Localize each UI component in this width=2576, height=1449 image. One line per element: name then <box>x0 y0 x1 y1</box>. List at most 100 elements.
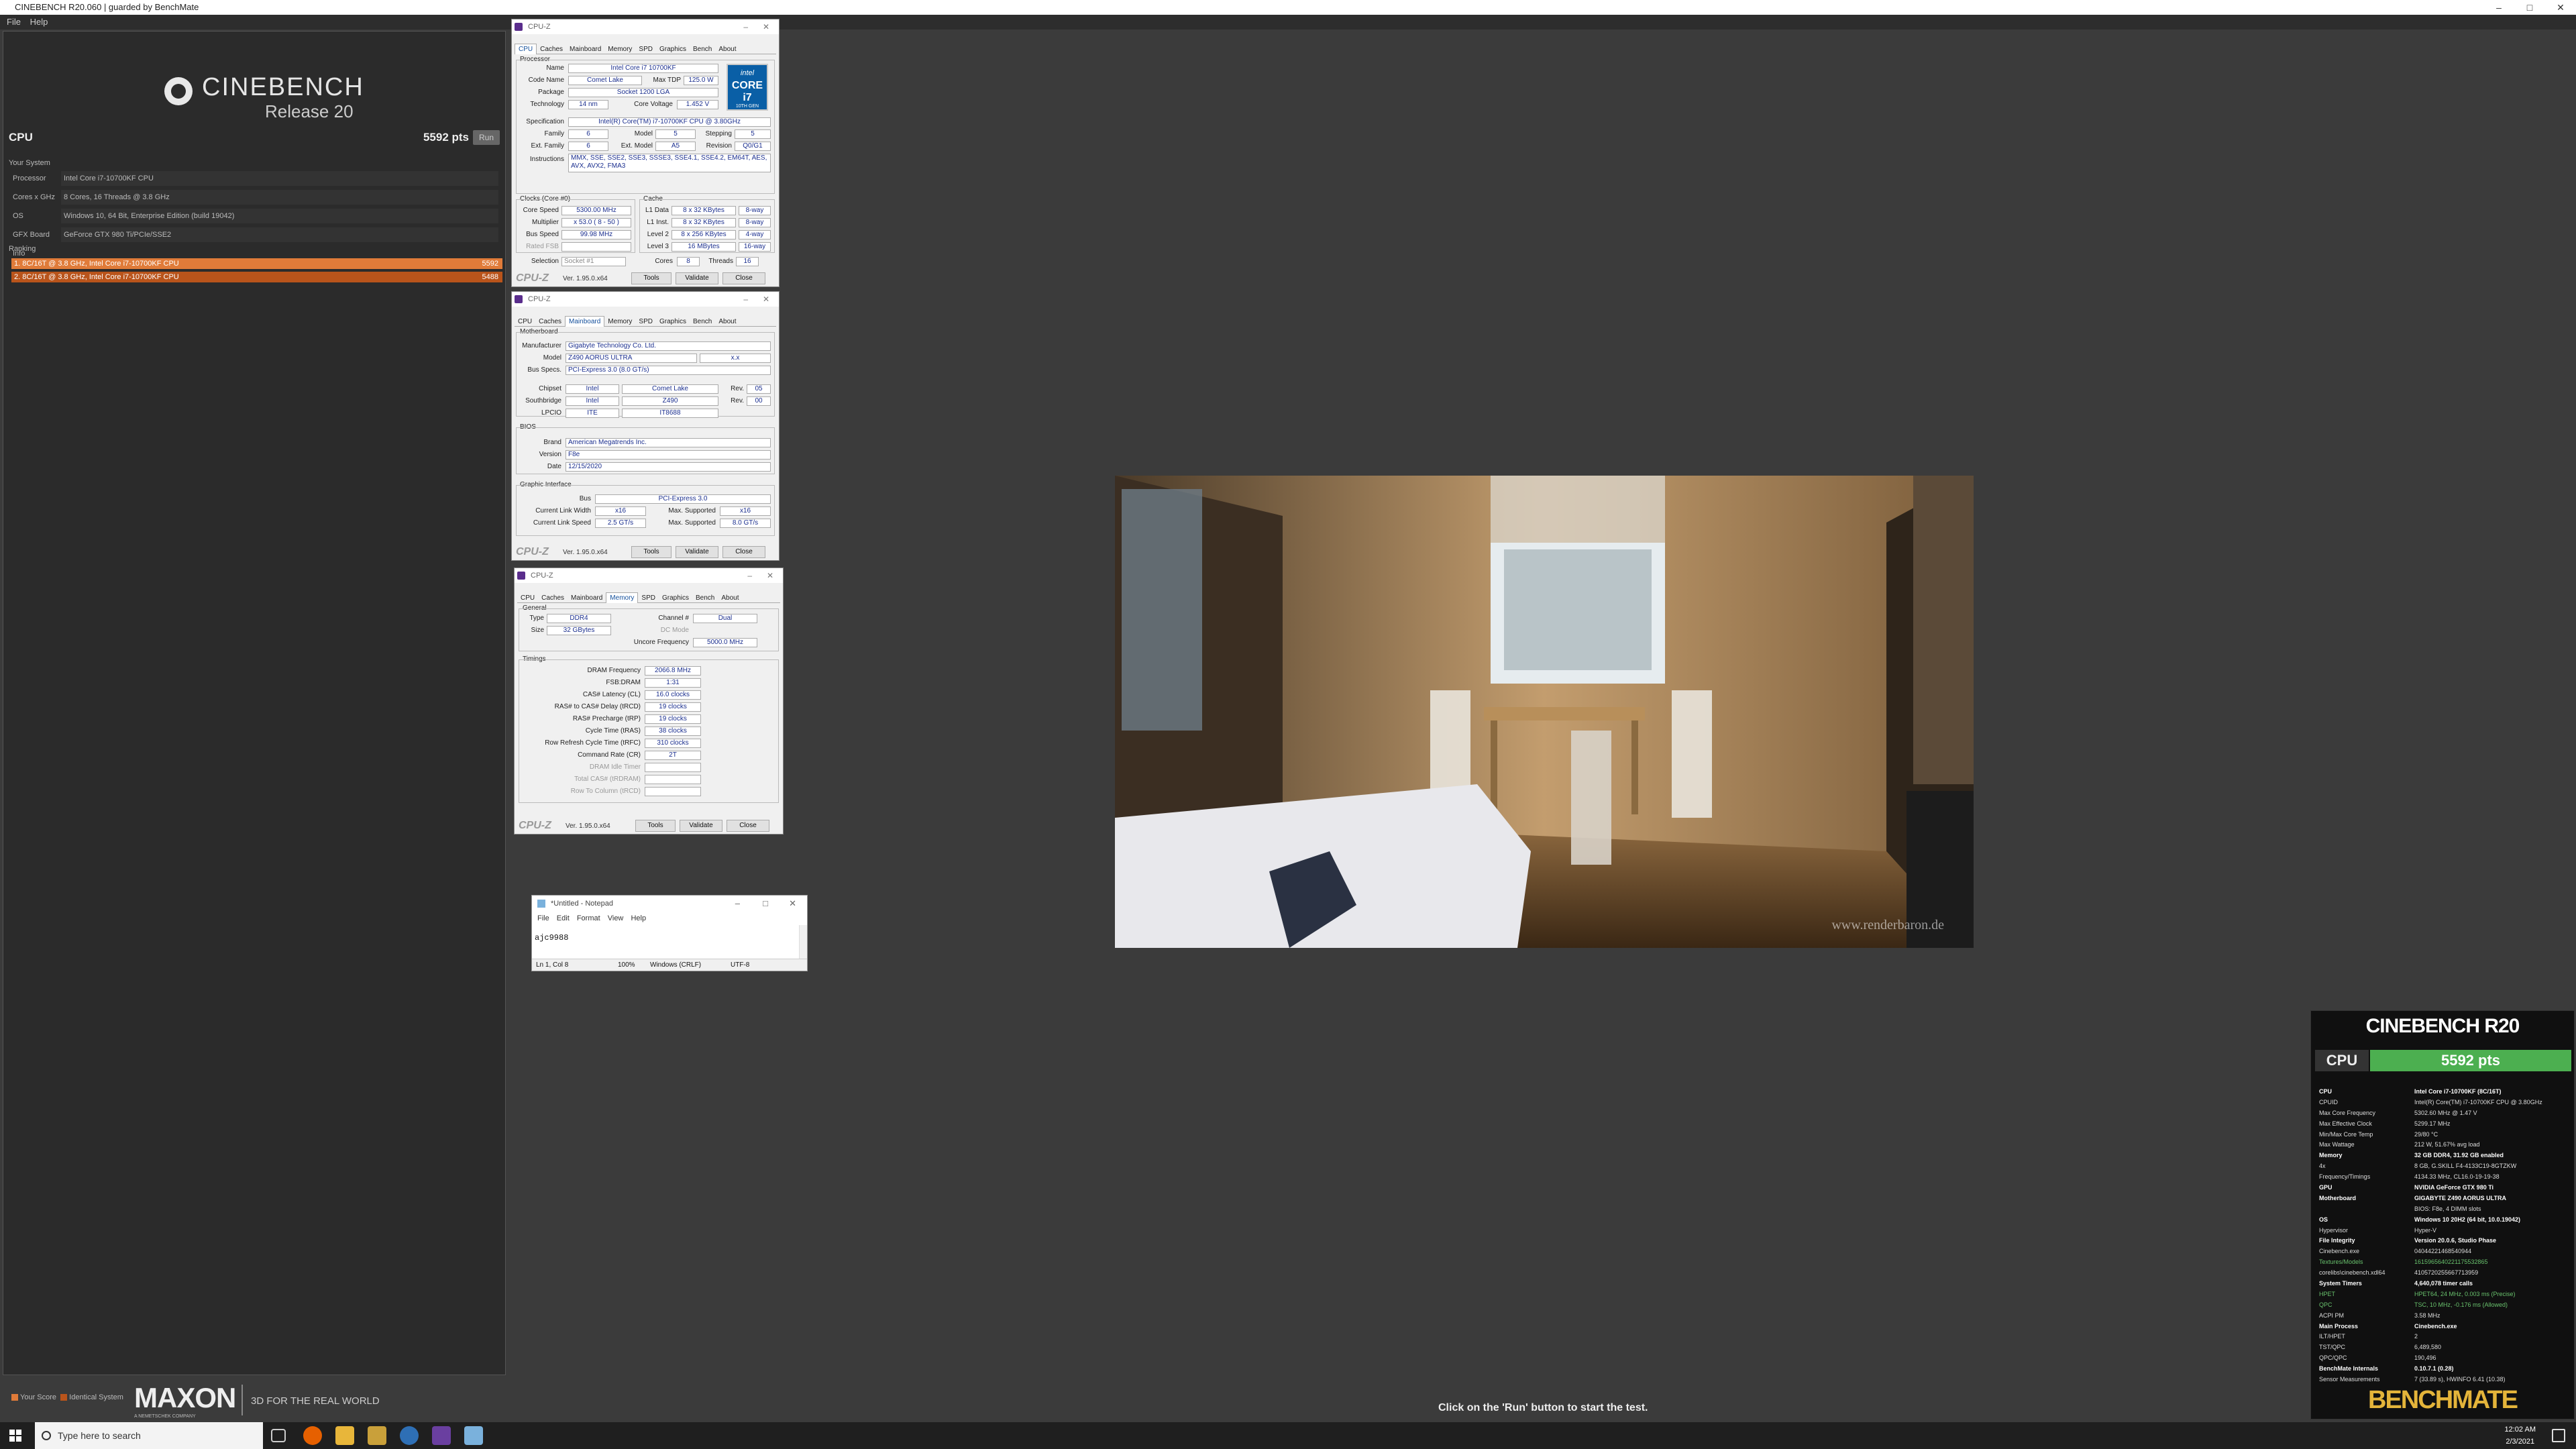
tab-about[interactable]: About <box>718 593 742 604</box>
timing-value: 19 clocks <box>645 702 701 712</box>
notepad-menu-edit[interactable]: Edit <box>557 914 570 922</box>
socket-selection[interactable]: Socket #1 <box>561 257 626 266</box>
notepad-menu-file[interactable]: File <box>537 914 549 922</box>
tab-mainboard[interactable]: Mainboard <box>565 316 605 327</box>
notepad-title: *Untitled - Notepad <box>551 900 613 908</box>
tab-cpu[interactable]: CPU <box>515 317 535 327</box>
cpu-score: 5592 pts <box>423 131 469 144</box>
tab-graphics[interactable]: Graphics <box>656 44 690 55</box>
tab-memory[interactable]: Memory <box>606 592 639 603</box>
run-button[interactable]: Run <box>473 130 500 145</box>
benchmate-row-value: 1615965640221175532865 <box>2414 1258 2488 1266</box>
tab-caches[interactable]: Caches <box>535 317 565 327</box>
tools-button[interactable]: Tools <box>631 546 672 558</box>
ranking-value: 5592 <box>482 260 498 268</box>
notepad-text-area[interactable]: ajc9988 <box>535 933 568 943</box>
timing-value <box>645 763 701 772</box>
notepad-scrollbar[interactable] <box>799 925 807 960</box>
benchmate-row-label: Memory <box>2319 1152 2343 1159</box>
tab-spd[interactable]: SPD <box>638 593 659 604</box>
tab-cpu[interactable]: CPU <box>517 593 538 604</box>
tab-mainboard[interactable]: Mainboard <box>568 593 606 604</box>
benchmate-row-label: ACPI PM <box>2319 1311 2345 1319</box>
benchmate-row-label: Motherboard <box>2319 1194 2356 1201</box>
close-button[interactable]: ✕ <box>767 568 773 583</box>
benchmate-row-value: 6,489,580 <box>2414 1344 2442 1351</box>
window-titlebar: CINEBENCH R20.060 | guarded by BenchMate… <box>0 0 2576 15</box>
timing-label: DRAM Idle Timer <box>589 763 641 771</box>
ranking-row[interactable]: 2. 8C/16T @ 3.8 GHz, Intel Core i7-10700… <box>11 272 502 282</box>
tab-graphics[interactable]: Graphics <box>659 593 692 604</box>
tab-cpu[interactable]: CPU <box>515 44 537 54</box>
benchmate-taskbar-icon[interactable] <box>368 1426 386 1445</box>
notepad-menu-view[interactable]: View <box>608 914 624 922</box>
cpuz-close-button[interactable]: Close <box>722 272 765 284</box>
ranking-row[interactable]: 1. 8C/16T @ 3.8 GHz, Intel Core i7-10700… <box>11 258 502 269</box>
cpu-name: Intel Core i7 10700KF <box>568 64 718 73</box>
cpuz-app-icon <box>515 295 523 303</box>
firefox-icon[interactable] <box>303 1426 322 1445</box>
minimize-button[interactable]: – <box>743 292 748 307</box>
menu-file[interactable]: File <box>7 17 21 27</box>
tab-bench[interactable]: Bench <box>692 593 718 604</box>
bios-date: 12/15/2020 <box>566 462 771 472</box>
minimize-button[interactable]: – <box>2483 0 2514 15</box>
tab-bench[interactable]: Bench <box>690 44 715 55</box>
tab-spd[interactable]: SPD <box>635 44 656 55</box>
validate-button[interactable]: Validate <box>676 272 718 284</box>
notepad-titlebar: *Untitled - Notepad – □ ✕ <box>532 896 807 912</box>
minimize-button[interactable]: – <box>743 19 748 34</box>
close-button[interactable]: ✕ <box>2545 0 2576 15</box>
notepad-menu-format[interactable]: Format <box>577 914 600 922</box>
minimize-button[interactable]: – <box>735 896 740 912</box>
benchmate-row-value: 04044221468540944 <box>2414 1248 2472 1255</box>
tab-mainboard[interactable]: Mainboard <box>566 44 604 55</box>
benchmate-row: CPU Intel Core i7-10700KF (8C/16T) <box>2319 1086 2571 1097</box>
file-explorer-icon[interactable] <box>335 1426 354 1445</box>
tab-memory[interactable]: Memory <box>604 317 635 327</box>
validate-button[interactable]: Validate <box>680 820 722 832</box>
tab-graphics[interactable]: Graphics <box>656 317 690 327</box>
cinebench-taskbar-icon[interactable] <box>400 1426 419 1445</box>
cpuz-window-memory: CPU-Z – ✕ CPU Caches Mainboard Memory SPD Grap… <box>514 568 784 835</box>
benchmate-row: 4x 8 GB, G.SKILL F4-4133C19-8GTZKW <box>2319 1161 2571 1171</box>
tab-caches[interactable]: Caches <box>538 593 568 604</box>
tab-bench[interactable]: Bench <box>690 317 715 327</box>
tab-about[interactable]: About <box>715 44 739 55</box>
close-button[interactable]: ✕ <box>789 896 796 912</box>
benchmate-row: TST/QPC 6,489,580 <box>2319 1342 2571 1352</box>
maximize-button[interactable]: □ <box>763 896 768 912</box>
timing-value <box>645 775 701 784</box>
memory-channel: Dual <box>693 614 757 623</box>
windows-start-icon[interactable] <box>9 1430 21 1442</box>
close-button[interactable]: ✕ <box>763 19 769 34</box>
notepad-taskbar-icon[interactable] <box>464 1426 483 1445</box>
clock-time: 12:02 AM <box>2504 1426 2536 1434</box>
identical-system-swatch <box>60 1394 68 1401</box>
benchmate-row-value: Windows 10 20H2 (64 bit, 10.0.19042) <box>2414 1216 2520 1223</box>
cpuz-close-button[interactable]: Close <box>727 820 769 832</box>
maxon-tagline: 3D FOR THE REAL WORLD <box>251 1395 380 1407</box>
menu-help[interactable]: Help <box>30 17 48 27</box>
cpuz-taskbar-icon[interactable] <box>432 1426 451 1445</box>
tab-caches[interactable]: Caches <box>537 44 566 55</box>
notepad-menu-help[interactable]: Help <box>631 914 646 922</box>
cpuz-tabs: CPU Caches Mainboard Memory SPD Graphics Bench… <box>515 316 776 327</box>
tools-button[interactable]: Tools <box>635 820 676 832</box>
validate-button[interactable]: Validate <box>676 546 718 558</box>
maximize-button[interactable]: □ <box>2514 0 2545 15</box>
tab-spd[interactable]: SPD <box>635 317 656 327</box>
cpuz-close-button[interactable]: Close <box>722 546 765 558</box>
taskbar-search-input[interactable]: Type here to search <box>35 1422 263 1449</box>
tools-button[interactable]: Tools <box>631 272 672 284</box>
notifications-icon[interactable] <box>2552 1429 2565 1442</box>
tab-about[interactable]: About <box>715 317 739 327</box>
benchmate-row: GPU NVIDIA GeForce GTX 980 Ti <box>2319 1182 2571 1193</box>
close-button[interactable]: ✕ <box>763 292 769 307</box>
minimize-button[interactable]: – <box>747 568 752 583</box>
system-clock[interactable]: 12:02 AM 2/3/2021 <box>2505 1424 2536 1448</box>
cpuz-tabs: CPU Caches Mainboard Memory SPD Graphics Bench… <box>517 592 780 603</box>
task-view-icon[interactable] <box>271 1429 286 1442</box>
benchmate-row-value: 190,496 <box>2414 1354 2436 1362</box>
tab-memory[interactable]: Memory <box>604 44 635 55</box>
